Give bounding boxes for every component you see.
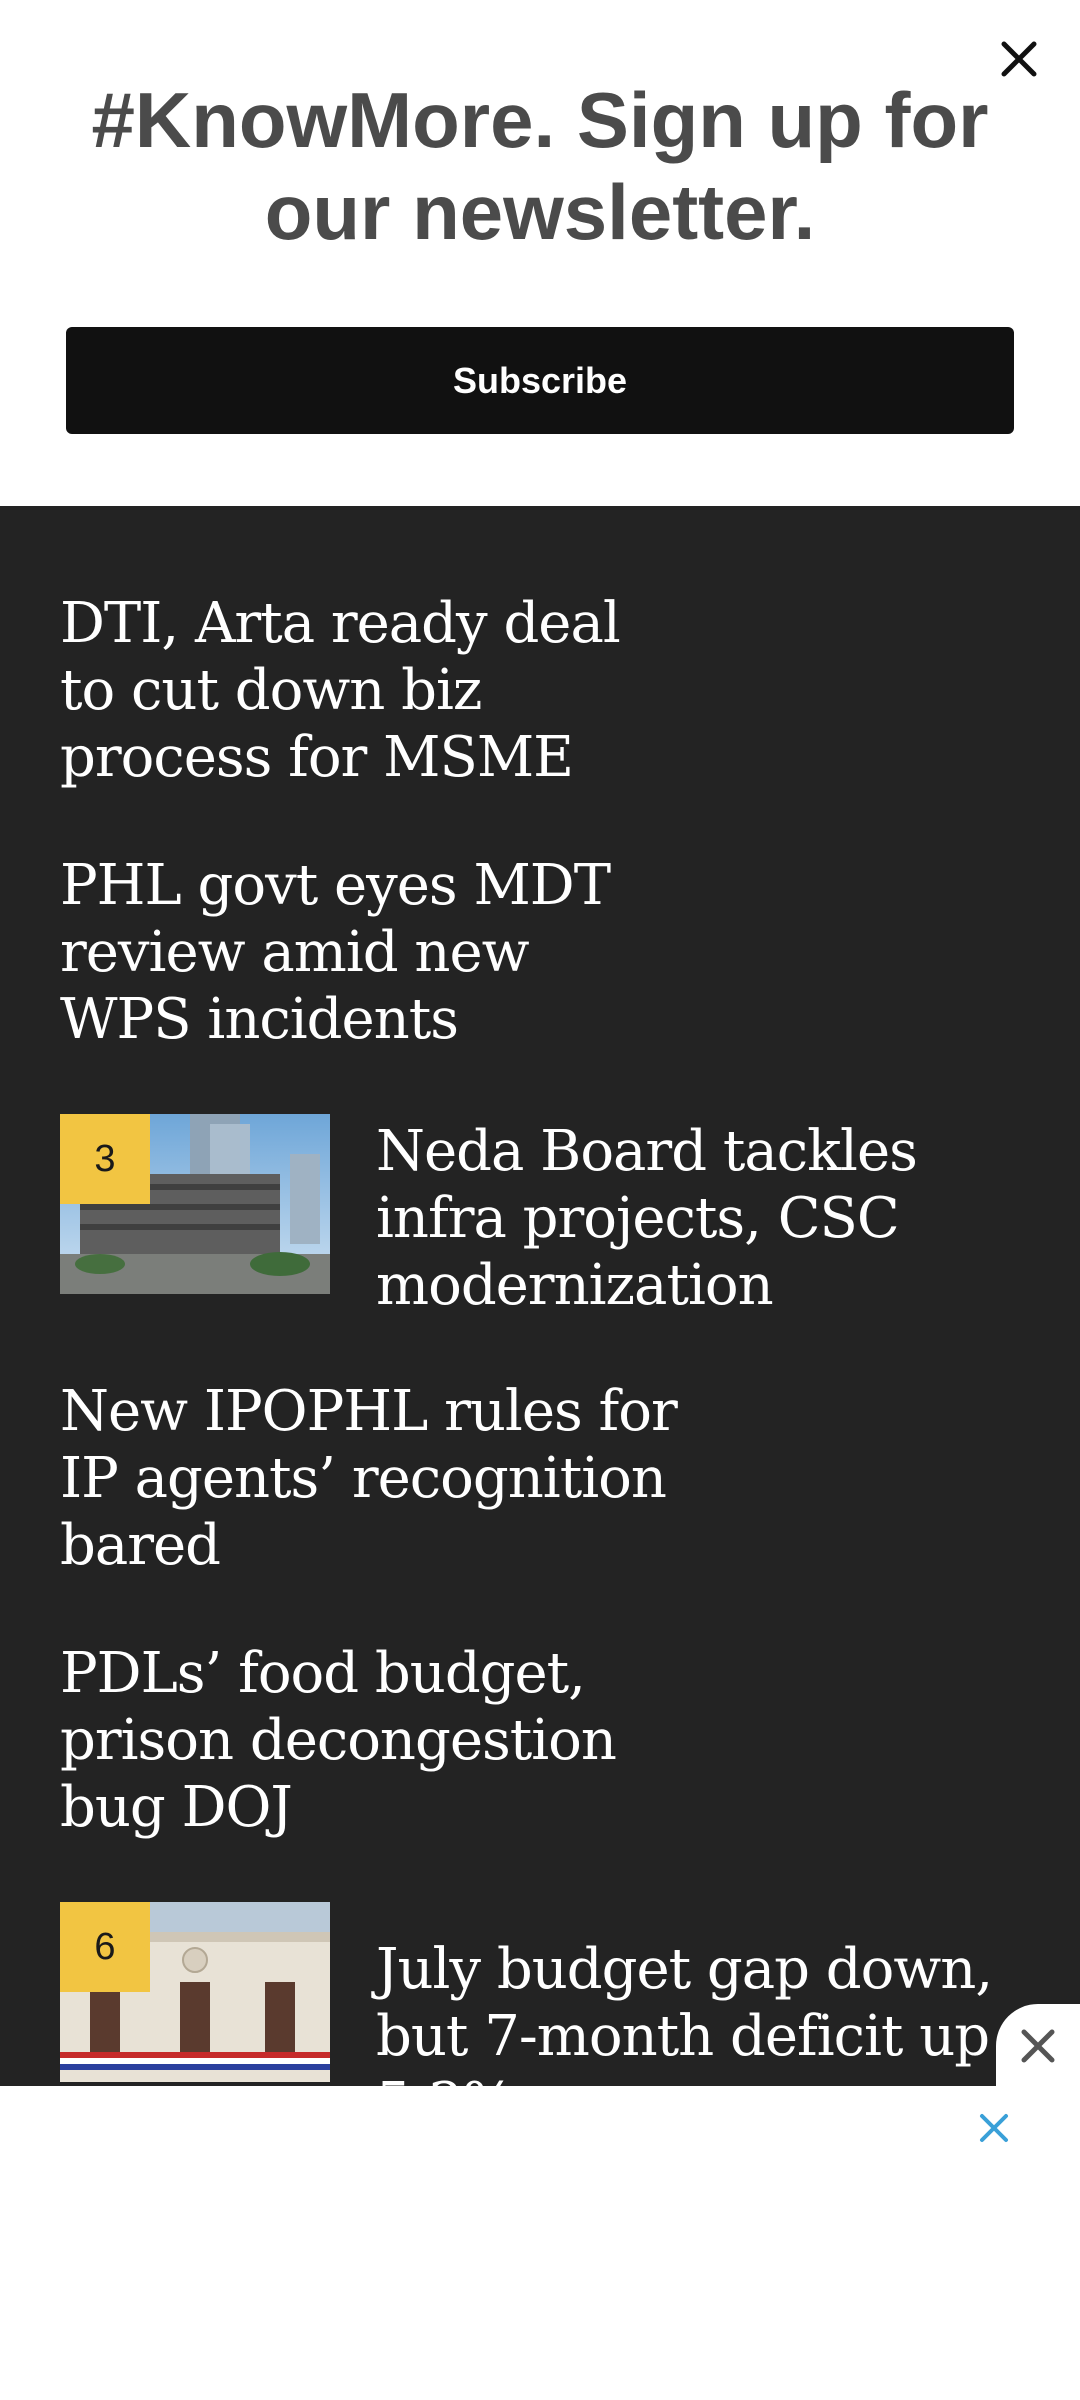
ad-dismiss-button[interactable]: [996, 2004, 1080, 2088]
subscribe-button[interactable]: Subscribe: [66, 327, 1014, 434]
article-item[interactable]: 6 July budget gap down, but 7-month defi…: [0, 1902, 1080, 2136]
article-title[interactable]: DTI, Arta ready deal to cut down biz pro…: [60, 590, 660, 791]
ad-close-button[interactable]: [974, 2108, 1014, 2148]
close-icon: [1001, 41, 1037, 77]
article-title[interactable]: Neda Board tackles infra projects, CSC m…: [376, 1118, 1016, 1319]
ad-banner[interactable]: [0, 2086, 1080, 2400]
close-icon: [980, 2114, 1008, 2142]
newsletter-panel: #KnowMore. Sign up for our newsletter. S…: [0, 0, 1080, 506]
article-title[interactable]: PDLs’ food budget, prison decongestion b…: [60, 1640, 660, 1841]
article-title[interactable]: New IPOPHL rules for IP agents’ recognit…: [60, 1378, 700, 1579]
article-item[interactable]: PHL govt eyes MDT review amid new WPS in…: [0, 852, 1080, 1062]
rank-badge: 6: [60, 1902, 150, 1992]
article-thumbnail[interactable]: 6: [60, 1902, 330, 2082]
article-item[interactable]: DTI, Arta ready deal to cut down biz pro…: [0, 590, 1080, 800]
rank-badge: 3: [60, 1114, 150, 1204]
article-item[interactable]: New IPOPHL rules for IP agents’ recognit…: [0, 1378, 1080, 1588]
newsletter-title: #KnowMore. Sign up for our newsletter.: [91, 76, 989, 256]
article-item[interactable]: PDLs’ food budget, prison decongestion b…: [0, 1640, 1080, 1850]
article-title[interactable]: PHL govt eyes MDT review amid new WPS in…: [60, 852, 660, 1053]
article-item[interactable]: 3 Neda Board tackles infra projects, CSC…: [0, 1114, 1080, 1324]
close-icon: [1021, 2029, 1055, 2063]
article-thumbnail[interactable]: 3: [60, 1114, 330, 1294]
